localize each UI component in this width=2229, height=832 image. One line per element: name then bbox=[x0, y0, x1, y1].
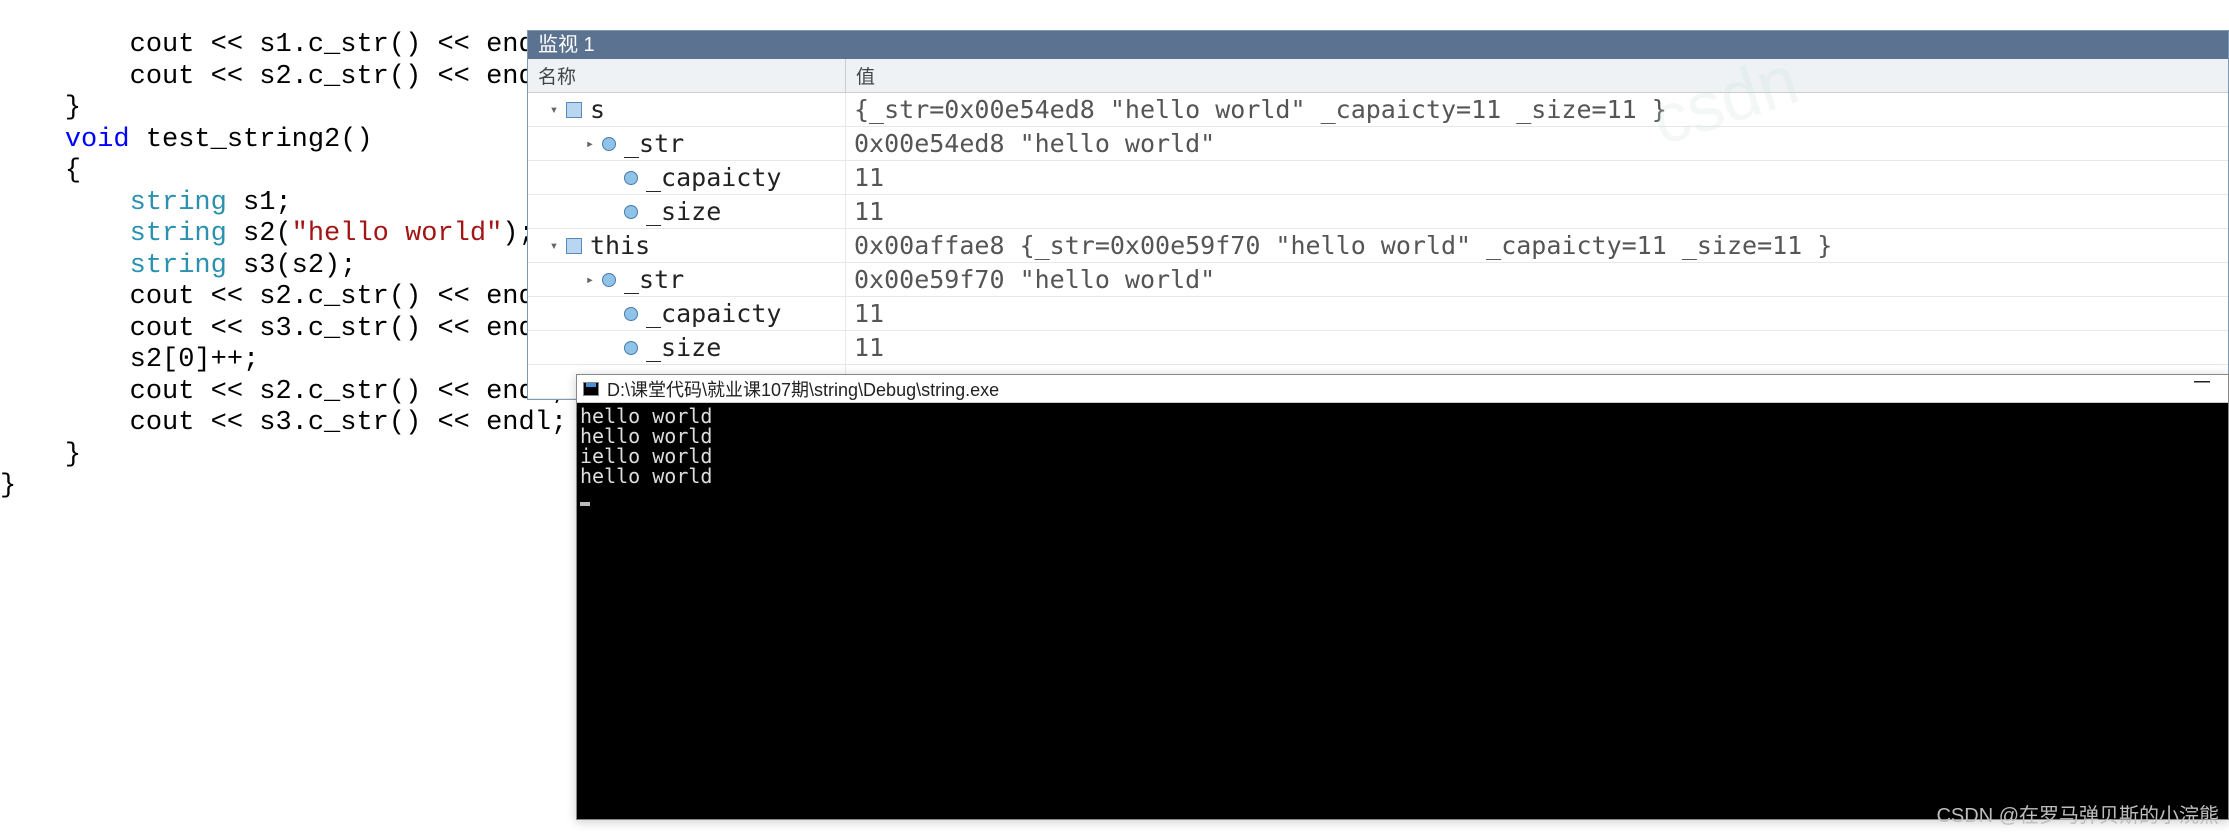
code-line[interactable]: void test_string2() bbox=[0, 125, 525, 157]
code-line[interactable]: cout << s2.c_str() << endl; bbox=[0, 62, 525, 94]
watch-variable-name: _size bbox=[646, 333, 721, 362]
footer-watermark: CSDN @在罗马弹贝斯的小浣熊 bbox=[1936, 799, 2219, 828]
field-icon bbox=[602, 137, 616, 151]
watch-row[interactable]: _capaicty 11 bbox=[528, 161, 2228, 195]
minimize-button[interactable]: － bbox=[2182, 379, 2222, 399]
watch-variable-value: 11 bbox=[846, 163, 2228, 192]
chevron-right-icon[interactable]: ▸ bbox=[583, 137, 597, 151]
expander-spacer bbox=[605, 307, 619, 321]
console-titlebar[interactable]: D:\课堂代码\就业课107期\string\Debug\string.exe … bbox=[577, 375, 2228, 403]
watch-row[interactable]: ▸ _str 0x00e54ed8 "hello world" bbox=[528, 127, 2228, 161]
expander-spacer bbox=[605, 171, 619, 185]
code-line[interactable]: string s2("hello world"); bbox=[0, 219, 525, 251]
field-icon bbox=[602, 273, 616, 287]
code-line[interactable]: cout << s3.c_str() << endl; bbox=[0, 314, 525, 346]
watch-name-cell[interactable]: _capaicty bbox=[528, 297, 846, 330]
watch-header-name[interactable]: 名称 bbox=[528, 59, 846, 92]
watch-row[interactable]: ▾s{_str=0x00e54ed8 "hello world" _capaic… bbox=[528, 93, 2228, 127]
watch-variable-name: _str bbox=[624, 265, 684, 294]
watch-variable-name: _str bbox=[624, 129, 684, 158]
code-line[interactable]: } bbox=[0, 471, 525, 503]
console-window: D:\课堂代码\就业课107期\string\Debug\string.exe … bbox=[576, 374, 2229, 820]
watch-variable-value: 0x00affae8 {_str=0x00e59f70 "hello world… bbox=[846, 231, 2228, 260]
watch-window: 监视 1 名称 值 ▾s{_str=0x00e54ed8 "hello worl… bbox=[527, 30, 2229, 400]
watch-variable-value: 11 bbox=[846, 333, 2228, 362]
console-output[interactable]: hello world hello world iello world hell… bbox=[577, 403, 2228, 819]
watch-row[interactable]: _capaicty 11 bbox=[528, 297, 2228, 331]
field-icon bbox=[624, 171, 638, 185]
field-icon bbox=[624, 205, 638, 219]
watch-name-cell[interactable]: _size bbox=[528, 331, 846, 364]
watch-header-value[interactable]: 值 bbox=[846, 59, 2228, 92]
code-line[interactable]: } bbox=[0, 93, 525, 125]
expander-spacer bbox=[605, 341, 619, 355]
chevron-down-icon[interactable]: ▾ bbox=[547, 239, 561, 253]
watch-name-cell[interactable]: _size bbox=[528, 195, 846, 228]
watch-row[interactable]: ▾ this 0x00affae8 {_str=0x00e59f70 "hello … bbox=[528, 229, 2228, 263]
watch-row[interactable]: ▸ _str 0x00e59f70 "hello world" bbox=[528, 263, 2228, 297]
watch-variable-name: s bbox=[590, 95, 605, 124]
watch-row[interactable]: _size 11 bbox=[528, 331, 2228, 365]
code-line[interactable]: cout << s1.c_str() << endl; bbox=[0, 30, 525, 62]
code-line[interactable]: string s1; bbox=[0, 188, 525, 220]
console-cursor bbox=[580, 502, 590, 506]
code-line[interactable]: cout << s3.c_str() << endl; bbox=[0, 408, 525, 440]
watch-variable-value: 11 bbox=[846, 299, 2228, 328]
watch-variable-name: _size bbox=[646, 197, 721, 226]
watch-rows: ▾s{_str=0x00e54ed8 "hello world" _capaic… bbox=[528, 93, 2228, 399]
code-line[interactable]: { bbox=[0, 156, 525, 188]
code-line[interactable]: } bbox=[0, 440, 525, 472]
struct-icon bbox=[566, 238, 582, 254]
console-app-icon bbox=[583, 382, 599, 396]
code-line[interactable]: s2[0]++; bbox=[0, 345, 525, 377]
watch-variable-name: _capaicty bbox=[646, 163, 781, 192]
watch-variable-name: _capaicty bbox=[646, 299, 781, 328]
watch-variable-value: 0x00e59f70 "hello world" bbox=[846, 265, 2228, 294]
watch-variable-name: this bbox=[590, 231, 650, 260]
chevron-down-icon[interactable]: ▾ bbox=[547, 103, 561, 117]
watch-variable-value: 11 bbox=[846, 197, 2228, 226]
watch-name-cell[interactable]: ▸ _str bbox=[528, 127, 846, 160]
watch-name-cell[interactable]: _capaicty bbox=[528, 161, 846, 194]
expander-spacer bbox=[605, 205, 619, 219]
watch-row[interactable]: _size 11 bbox=[528, 195, 2228, 229]
field-icon bbox=[624, 341, 638, 355]
code-line[interactable]: cout << s2.c_str() << endl; bbox=[0, 377, 525, 409]
watch-name-cell[interactable]: ▾ this bbox=[528, 229, 846, 262]
field-icon bbox=[624, 307, 638, 321]
code-editor-pane: cout << s1.c_str() << endl; cout << s2.c… bbox=[0, 0, 525, 832]
watch-name-cell[interactable]: ▾s bbox=[528, 93, 846, 126]
watch-variable-value: {_str=0x00e54ed8 "hello world" _capaicty… bbox=[846, 95, 2228, 124]
code-line[interactable]: cout << s2.c_str() << endl; bbox=[0, 282, 525, 314]
console-title-text: D:\课堂代码\就业课107期\string\Debug\string.exe bbox=[607, 376, 999, 402]
code-line[interactable]: string s3(s2); bbox=[0, 251, 525, 283]
struct-icon bbox=[566, 102, 582, 118]
watch-variable-value: 0x00e54ed8 "hello world" bbox=[846, 129, 2228, 158]
watch-window-title[interactable]: 监视 1 bbox=[528, 31, 2228, 59]
watch-name-cell[interactable]: ▸ _str bbox=[528, 263, 846, 296]
chevron-right-icon[interactable]: ▸ bbox=[583, 273, 597, 287]
watch-column-header: 名称 值 bbox=[528, 59, 2228, 93]
